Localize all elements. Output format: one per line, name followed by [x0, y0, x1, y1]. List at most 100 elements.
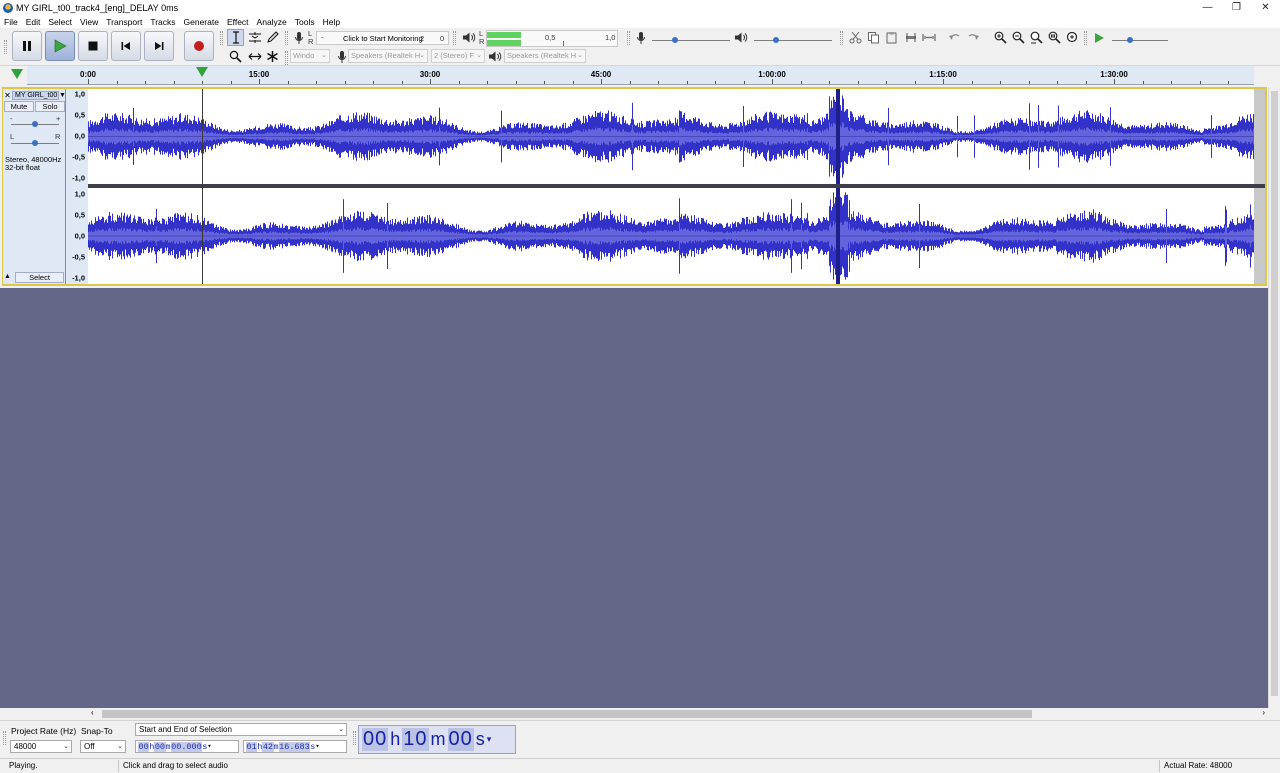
menu-select[interactable]: Select — [44, 17, 76, 27]
redo-button[interactable] — [964, 29, 981, 46]
close-icon[interactable]: ✕ — [1251, 0, 1280, 15]
scroll-right-icon[interactable]: › — [1262, 708, 1265, 717]
selection-end-time[interactable]: 01 h 42 m 16.683 s ▾ — [243, 740, 347, 753]
undo-button[interactable] — [946, 29, 963, 46]
toolbar-grip[interactable] — [220, 31, 223, 45]
cut-button[interactable] — [847, 29, 864, 46]
track-control-panel[interactable]: ✕ MY GIRL_t00 ▼ Mute Solo - + L R Stereo… — [3, 89, 66, 284]
draw-tool[interactable] — [264, 29, 281, 46]
silence-button[interactable] — [920, 29, 937, 46]
pause-button[interactable] — [12, 31, 42, 61]
scroll-left-icon[interactable]: ‹ — [91, 708, 94, 717]
pan-slider-thumb[interactable] — [32, 140, 38, 146]
menu-tracks[interactable]: Tracks — [146, 17, 179, 27]
track-name-menu[interactable]: MY GIRL_t00 — [12, 90, 59, 100]
paste-button[interactable] — [883, 29, 900, 46]
playback-meter[interactable]: 0,5 1,0 — [486, 30, 618, 47]
skip-to-end-button[interactable] — [144, 31, 174, 61]
waveform-right-channel[interactable] — [88, 188, 1254, 284]
collapse-track-icon[interactable]: ▲ — [4, 273, 14, 283]
playback-speed-thumb[interactable] — [1127, 37, 1133, 43]
start-minutes[interactable]: 00 — [154, 741, 166, 752]
time-format-arrow-icon[interactable]: ▾ — [487, 734, 492, 745]
menu-effect[interactable]: Effect — [223, 17, 253, 27]
fit-selection-button[interactable] — [1028, 29, 1045, 46]
toolbar-grip[interactable] — [1084, 31, 1087, 45]
toolbar-grip[interactable] — [627, 31, 630, 45]
selection-tool[interactable] — [227, 29, 244, 46]
playback-device-select[interactable]: Speakers (Realtek H ⌄ — [504, 49, 586, 63]
play-at-speed-button[interactable] — [1090, 29, 1107, 46]
menu-analyze[interactable]: Analyze — [253, 17, 291, 27]
project-rate-select[interactable]: 48000 ⌄ — [10, 740, 72, 753]
play-button[interactable] — [45, 31, 75, 61]
end-time-format-arrow-icon[interactable]: ▾ — [315, 742, 319, 751]
playback-meter-button[interactable] — [460, 29, 477, 46]
toolbar-grip[interactable] — [4, 40, 7, 54]
menu-generate[interactable]: Generate — [180, 17, 223, 27]
track-close-icon[interactable]: ✕ — [3, 91, 12, 100]
trim-button[interactable] — [902, 29, 919, 46]
playback-volume-thumb[interactable] — [773, 37, 779, 43]
skip-to-start-button[interactable] — [111, 31, 141, 61]
start-seconds[interactable]: 00.000 — [170, 741, 203, 752]
record-meter-button[interactable] — [290, 29, 307, 46]
record-button[interactable] — [184, 31, 214, 61]
multi-tool[interactable] — [264, 48, 281, 65]
fit-project-button[interactable] — [1046, 29, 1063, 46]
toolbar-grip[interactable] — [3, 731, 6, 745]
recording-volume-slider[interactable] — [652, 40, 730, 41]
toolbar-grip[interactable] — [453, 31, 456, 45]
snap-to-select[interactable]: Off ⌄ — [80, 740, 126, 753]
toolbar-grip[interactable] — [840, 31, 843, 45]
horizontal-scrollbar[interactable]: ‹ › — [88, 708, 1268, 720]
minimize-icon[interactable]: — — [1193, 0, 1222, 15]
stop-button[interactable] — [78, 31, 108, 61]
horizontal-scroll-thumb[interactable] — [102, 710, 1032, 718]
selection-start-time[interactable]: 00 h 00 m 00.000 s ▾ — [135, 740, 239, 753]
timeline-ruler[interactable]: 0:00 15:00 30:00 45:00 1:00:00 1:15:00 1… — [0, 66, 1280, 85]
audio-host-select[interactable]: Windo ⌄ — [290, 49, 330, 63]
end-hours[interactable]: 01 — [246, 741, 258, 752]
envelope-tool[interactable] — [246, 29, 263, 46]
waveform-left-channel[interactable] — [88, 89, 1254, 184]
menu-tools[interactable]: Tools — [291, 17, 319, 27]
audio-position-display[interactable]: 00 h 10 m 00 s ▾ — [358, 725, 516, 754]
solo-button[interactable]: Solo — [35, 101, 65, 112]
record-monitor-hint[interactable]: Click to Start Monitoring — [343, 34, 423, 43]
menu-file[interactable]: File — [0, 17, 22, 27]
zoom-tool[interactable] — [227, 48, 244, 65]
toolbar-grip[interactable] — [353, 731, 356, 745]
zoom-out-button[interactable] — [1010, 29, 1027, 46]
track-menu-arrow-icon[interactable]: ▼ — [59, 92, 66, 99]
empty-track-area[interactable] — [0, 288, 1268, 708]
restore-icon[interactable]: ❐ — [1222, 0, 1251, 15]
copy-button[interactable] — [865, 29, 882, 46]
selection-mode-select[interactable]: Start and End of Selection ⌄ — [135, 723, 347, 736]
select-track-button[interactable]: Select — [15, 272, 64, 283]
menu-view[interactable]: View — [76, 17, 102, 27]
playhead-marker-icon[interactable] — [196, 67, 208, 77]
zoom-in-button[interactable] — [992, 29, 1009, 46]
start-time-format-arrow-icon[interactable]: ▾ — [207, 742, 211, 751]
timeline-area[interactable]: 0:00 15:00 30:00 45:00 1:00:00 1:15:00 1… — [27, 66, 1254, 85]
menu-help[interactable]: Help — [319, 17, 344, 27]
end-seconds[interactable]: 16.683 — [278, 741, 311, 752]
mute-button[interactable]: Mute — [4, 101, 34, 112]
zoom-toggle-button[interactable] — [1064, 29, 1081, 46]
recording-channels-select[interactable]: 2 (Stereo) F ⌄ — [431, 49, 485, 63]
end-minutes[interactable]: 42 — [262, 741, 274, 752]
gain-slider-thumb[interactable] — [32, 121, 38, 127]
start-hours[interactable]: 00 — [138, 741, 150, 752]
playback-volume-slider[interactable] — [754, 40, 832, 41]
record-meter[interactable]: - Click to Start Monitoring 2 0 — [316, 31, 449, 45]
toolbar-grip[interactable] — [285, 51, 288, 65]
menu-edit[interactable]: Edit — [22, 17, 45, 27]
vertical-scroll-thumb[interactable] — [1271, 91, 1278, 696]
timeline-quick-play-icon[interactable] — [11, 69, 23, 79]
menu-transport[interactable]: Transport — [102, 17, 146, 27]
recording-device-select[interactable]: Speakers (Realtek H ⌄ — [348, 49, 428, 63]
toolbar-grip[interactable] — [285, 31, 288, 45]
vertical-scrollbar[interactable] — [1268, 87, 1280, 708]
recording-volume-thumb[interactable] — [672, 37, 678, 43]
